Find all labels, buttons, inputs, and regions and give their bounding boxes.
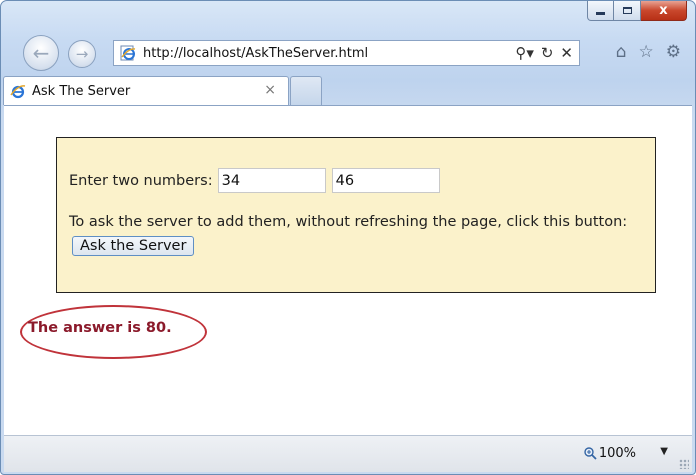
number2-input[interactable]: [331, 168, 440, 193]
instruction-text: To ask the server to add them, without r…: [69, 214, 628, 230]
new-tab-button[interactable]: [290, 76, 322, 105]
ie-page-icon: [119, 44, 137, 62]
close-icon: x: [659, 3, 668, 18]
answer-text: The answer is 80.: [28, 320, 172, 336]
ie-tab-icon: [9, 82, 27, 100]
minimize-button[interactable]: [587, 1, 614, 21]
tab-close-icon[interactable]: ×: [264, 82, 276, 98]
back-button[interactable]: ←: [23, 35, 59, 71]
tab-ask-the-server[interactable]: Ask The Server ×: [3, 76, 289, 105]
maximize-button[interactable]: [614, 1, 641, 21]
stop-icon[interactable]: ✕: [560, 44, 573, 62]
window-controls: x: [587, 1, 687, 21]
zoom-level: 100%: [598, 446, 636, 461]
tab-bar: Ask The Server ×: [1, 76, 695, 105]
status-bar: 100% ▼: [4, 435, 692, 472]
search-dropdown-icon[interactable]: ⚲▾: [515, 44, 534, 62]
prompt-label: Enter two numbers:: [69, 172, 213, 189]
form-panel: Enter two numbers: To ask the server to …: [56, 137, 656, 293]
forward-button[interactable]: →: [68, 40, 96, 68]
toolbar-icons: ⌂ ☆ ⚙: [616, 42, 681, 62]
browser-window: x ← → http://localhost/AskTheServer.html…: [0, 0, 696, 475]
resize-grip[interactable]: [679, 459, 689, 469]
address-bar[interactable]: http://localhost/AskTheServer.html ⚲▾ ↻ …: [113, 40, 580, 66]
numbers-row: Enter two numbers:: [69, 168, 440, 193]
zoom-control[interactable]: 100%: [584, 446, 636, 461]
tab-title: Ask The Server: [32, 83, 131, 99]
page-content: Enter two numbers: To ask the server to …: [4, 105, 692, 436]
zoom-dropdown-icon[interactable]: ▼: [660, 446, 668, 457]
maximize-icon: [622, 7, 632, 14]
instruction-row: To ask the server to add them, without r…: [69, 210, 649, 258]
forward-icon: →: [75, 45, 89, 63]
favorites-star-icon[interactable]: ☆: [639, 42, 654, 62]
back-icon: ←: [32, 41, 50, 65]
number1-input[interactable]: [217, 168, 326, 193]
settings-gear-icon[interactable]: ⚙: [666, 42, 681, 62]
zoom-icon: [584, 447, 597, 460]
minimize-icon: [596, 12, 605, 15]
refresh-icon[interactable]: ↻: [541, 44, 554, 62]
address-url[interactable]: http://localhost/AskTheServer.html: [143, 46, 368, 61]
close-window-button[interactable]: x: [641, 1, 687, 21]
home-icon[interactable]: ⌂: [616, 42, 627, 62]
navigation-bar: ← → http://localhost/AskTheServer.html ⚲…: [1, 33, 695, 73]
ask-server-button[interactable]: Ask the Server: [72, 236, 195, 256]
address-tools: ⚲▾ ↻ ✕: [515, 41, 573, 65]
